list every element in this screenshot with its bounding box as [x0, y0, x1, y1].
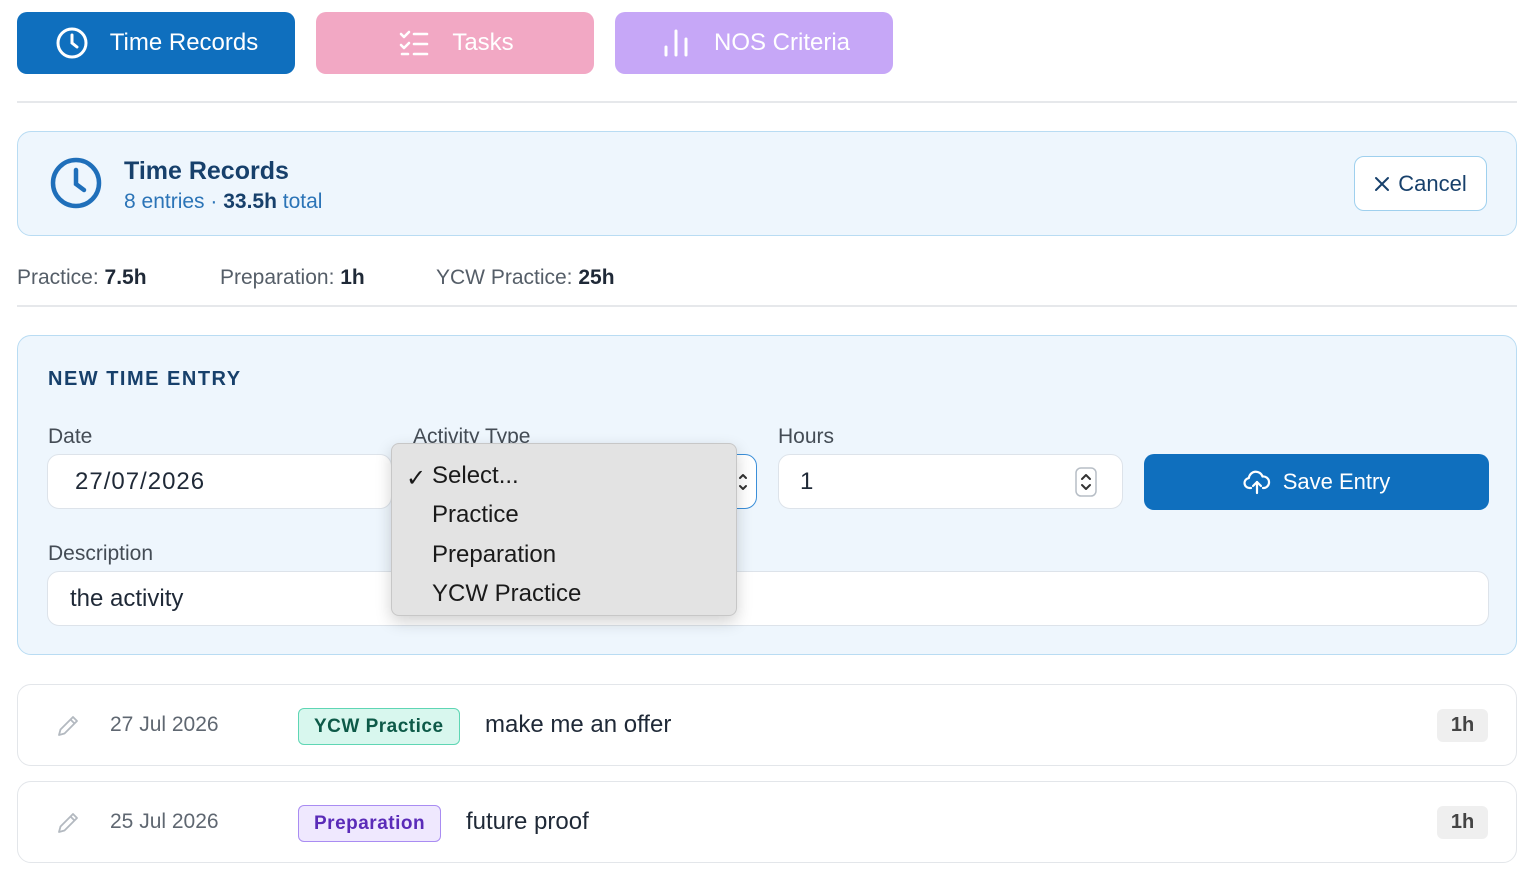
hours-label: Hours [778, 425, 835, 448]
tab-label: Time Records [109, 29, 259, 56]
checklist-icon [400, 30, 429, 56]
new-time-entry-form: NEW TIME ENTRY Date 27/07/2026 Activity … [17, 335, 1517, 655]
hours-value: 1 [800, 467, 814, 495]
summary-separator: · [204, 190, 224, 213]
stat-value: 1h [340, 266, 365, 289]
form-heading: NEW TIME ENTRY [48, 368, 242, 390]
option-label: Preparation [432, 540, 557, 568]
page-title: Time Records [124, 157, 289, 185]
cancel-button[interactable]: Cancel [1354, 156, 1487, 211]
category-totals: Practice: 7.5h Preparation: 1h YCW Pract… [17, 266, 615, 290]
cloud-upload-icon [1243, 470, 1270, 495]
entries-summary: 8 entries · 33.5h total [124, 190, 322, 214]
record-date: 25 Jul 2026 [110, 810, 219, 833]
save-label: Save Entry [1282, 469, 1391, 494]
close-icon [1375, 176, 1390, 191]
dropdown-option-preparation[interactable]: Preparation [392, 535, 736, 575]
record-date: 27 Jul 2026 [110, 713, 219, 736]
dropdown-option-ycw-practice[interactable]: YCW Practice [392, 575, 736, 615]
description-label: Description [48, 542, 154, 565]
hours-input[interactable]: 1 [778, 454, 1123, 509]
stepper-icon[interactable] [1075, 467, 1097, 497]
time-record-row: 27 Jul 2026 YCW Practice make me an offe… [17, 684, 1517, 766]
tab-nos-criteria[interactable]: NOS Criteria [615, 12, 893, 74]
checkmark-icon: ✓ [406, 465, 427, 492]
date-field[interactable]: 27/07/2026 [47, 454, 392, 509]
dropdown-option-select[interactable]: ✓ Select... [392, 456, 736, 496]
stat-label: Practice: [17, 266, 105, 289]
description-input[interactable]: the activity [47, 571, 1489, 626]
stat-ycw-practice: YCW Practice: 25h [436, 266, 615, 290]
bar-chart-icon [664, 29, 688, 57]
description-value: the activity [70, 584, 184, 612]
activity-type-dropdown: ✓ Select... Practice Preparation YCW Prac… [391, 443, 737, 616]
total-suffix: total [276, 190, 323, 213]
time-record-row: 25 Jul 2026 Preparation future proof 1h [17, 781, 1517, 863]
stat-practice: Practice: 7.5h [17, 266, 220, 290]
date-value: 27/07/2026 [75, 467, 206, 495]
pencil-icon[interactable] [55, 810, 81, 836]
cancel-label: Cancel [1398, 170, 1467, 196]
stat-value: 25h [578, 266, 615, 289]
date-label: Date [48, 425, 93, 448]
dropdown-option-practice[interactable]: Practice [392, 496, 736, 536]
divider [17, 101, 1517, 103]
tab-label: NOS Criteria [713, 29, 851, 56]
entries-count: 8 entries [124, 190, 205, 213]
stat-preparation: Preparation: 1h [220, 266, 436, 290]
stat-value: 7.5h [104, 266, 147, 289]
tab-tasks[interactable]: Tasks [316, 12, 594, 74]
record-description: make me an offer [485, 711, 672, 738]
option-label: YCW Practice [432, 580, 582, 608]
activity-badge: Preparation [298, 805, 442, 842]
clock-icon [50, 157, 102, 209]
option-label: Practice [432, 501, 519, 529]
save-entry-button[interactable]: Save Entry [1144, 454, 1489, 510]
pencil-icon[interactable] [55, 713, 81, 739]
total-hours: 33.5h [223, 190, 277, 213]
option-label: Select... [432, 461, 519, 489]
tab-label: Tasks [452, 29, 514, 56]
chevron-updown-icon [739, 474, 747, 490]
stat-label: YCW Practice: [436, 266, 579, 289]
time-records-header: Time Records 8 entries · 33.5h total Can… [17, 131, 1517, 236]
clock-icon [56, 27, 88, 59]
activity-badge: YCW Practice [298, 708, 460, 745]
record-description: future proof [466, 808, 589, 835]
hours-badge: 1h [1437, 806, 1488, 839]
hours-badge: 1h [1437, 709, 1488, 742]
tab-time-records[interactable]: Time Records [17, 12, 295, 74]
divider [17, 305, 1517, 307]
stat-label: Preparation: [220, 266, 341, 289]
tab-bar: Time Records Tasks NOS Criteria [17, 12, 893, 74]
